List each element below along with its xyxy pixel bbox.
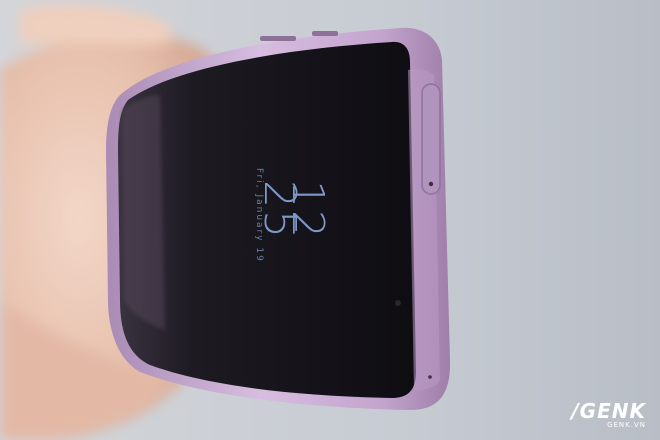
sim-tray — [421, 83, 441, 195]
screen-reflection — [122, 95, 165, 330]
watermark-logo: /GENK — [571, 399, 646, 423]
volume-button — [260, 36, 296, 41]
clock-date: Fri, January 19 — [254, 168, 264, 263]
watermark: /GENK GENK.VN — [571, 401, 646, 430]
front-sensor — [395, 300, 401, 306]
sim-eject-hole — [428, 181, 434, 187]
microphone-hole — [428, 375, 432, 379]
bixby-button — [312, 31, 338, 36]
